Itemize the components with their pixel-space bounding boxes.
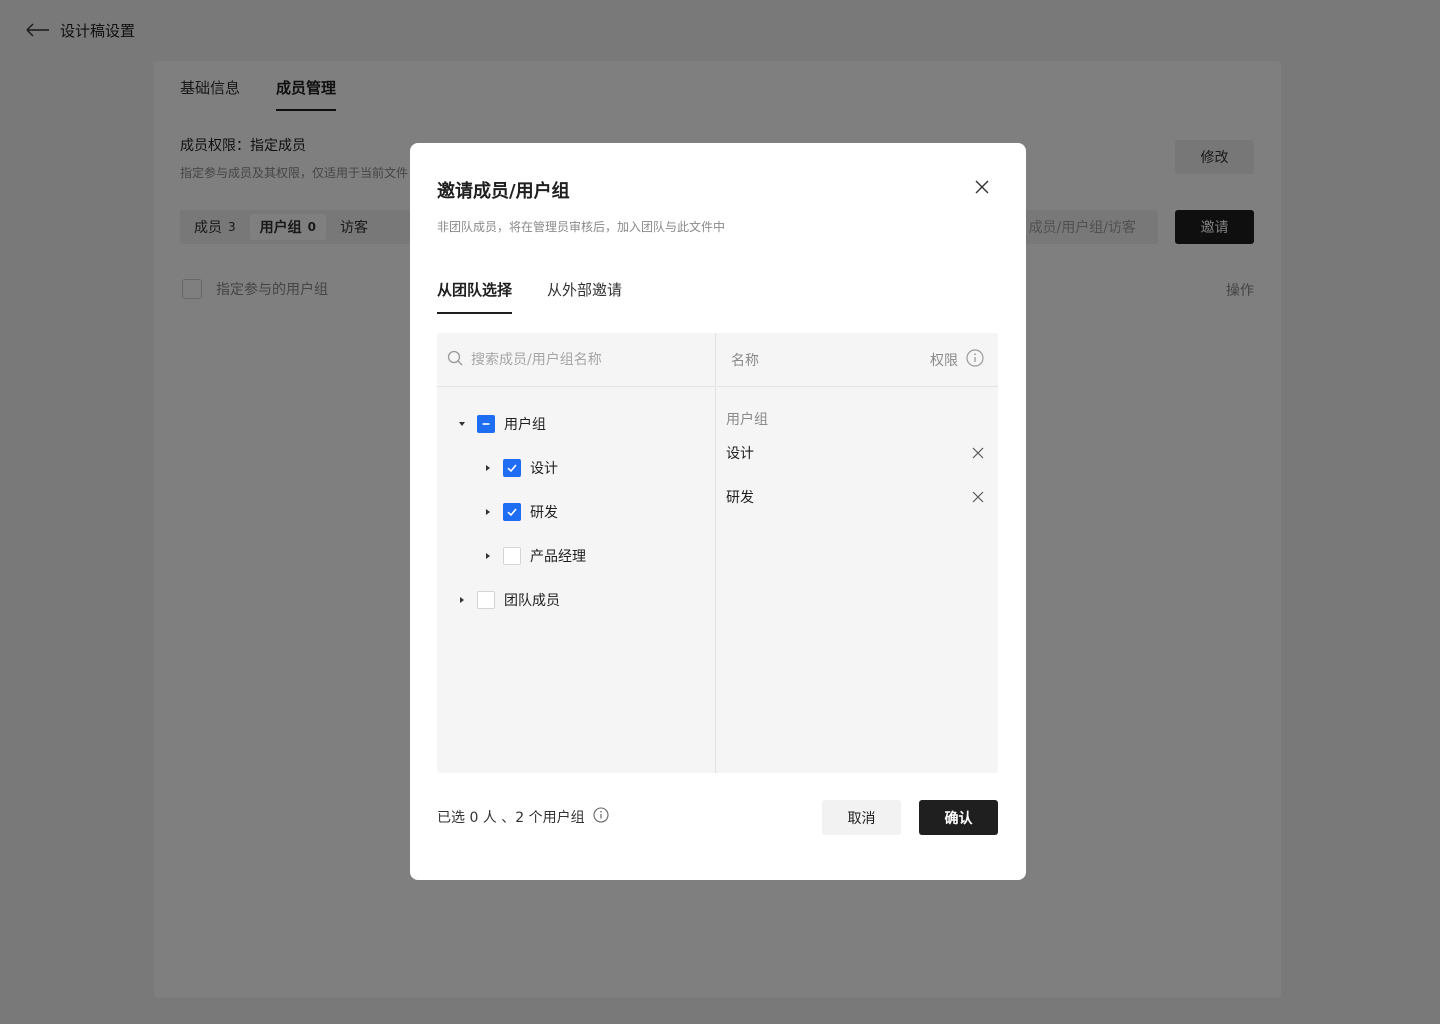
search-icon — [447, 350, 463, 370]
checked-checkbox[interactable] — [503, 503, 521, 521]
selected-item-name: 设计 — [726, 446, 754, 462]
caret-right-icon[interactable] — [483, 551, 493, 561]
info-icon[interactable] — [966, 348, 984, 371]
checked-checkbox[interactable] — [503, 459, 521, 477]
caret-right-icon[interactable] — [457, 595, 467, 605]
tab-external-invite[interactable]: 从外部邀请 — [547, 279, 622, 314]
selected-panel: 名称 权限 用户组 设计 研发 — [717, 333, 998, 773]
selected-item-name: 研发 — [726, 490, 754, 506]
selection-summary: 已选 0 人 、2 个用户组 — [437, 807, 609, 827]
remove-icon[interactable] — [970, 489, 986, 505]
unchecked-checkbox[interactable] — [477, 591, 495, 609]
tree-item-design[interactable]: 设计 — [437, 446, 715, 490]
tree-item-team-members[interactable]: 团队成员 — [437, 578, 715, 622]
selected-item: 研发 — [717, 475, 998, 519]
tree-panel: 用户组 设计 — [437, 333, 716, 773]
tab-team-select[interactable]: 从团队选择 — [437, 279, 513, 314]
selected-item: 设计 — [717, 431, 998, 475]
unchecked-checkbox[interactable] — [503, 547, 521, 565]
tree-item-label: 设计 — [530, 461, 558, 477]
selected-header: 名称 权限 — [717, 333, 998, 387]
caret-right-icon[interactable] — [483, 463, 493, 473]
remove-icon[interactable] — [970, 445, 986, 461]
tree-item-label: 研发 — [530, 505, 558, 521]
caret-right-icon[interactable] — [483, 507, 493, 517]
tree-item-user-groups[interactable]: 用户组 — [437, 402, 715, 446]
modal-tabs: 从团队选择 从外部邀请 — [437, 279, 622, 314]
selection-summary-text: 已选 0 人 、2 个用户组 — [437, 810, 585, 826]
tree-item-label: 用户组 — [504, 417, 546, 433]
tree-item-pm[interactable]: 产品经理 — [437, 534, 715, 578]
tree-search — [437, 333, 715, 387]
member-tree: 用户组 设计 研发 产品经理 团队成员 — [437, 387, 715, 622]
caret-down-icon[interactable] — [457, 419, 467, 429]
selection-panel: 用户组 设计 — [437, 333, 998, 773]
info-icon[interactable] — [593, 807, 609, 827]
tree-item-rd[interactable]: 研发 — [437, 490, 715, 534]
column-name-header: 名称 — [731, 352, 759, 369]
column-permission-header: 权限 — [930, 348, 984, 371]
selected-section-label: 用户组 — [726, 412, 768, 428]
invite-modal: 邀请成员/用户组 非团队成员，将在管理员审核后，加入团队与此文件中 从团队选择 … — [410, 143, 1026, 880]
modal-subtitle: 非团队成员，将在管理员审核后，加入团队与此文件中 — [437, 220, 726, 234]
cancel-button[interactable]: 取消 — [822, 800, 901, 835]
partial-checkbox[interactable] — [477, 415, 495, 433]
search-input[interactable] — [471, 351, 691, 368]
tree-item-label: 产品经理 — [530, 549, 586, 565]
close-icon[interactable] — [972, 177, 992, 197]
tree-item-label: 团队成员 — [504, 593, 560, 609]
modal-title: 邀请成员/用户组 — [437, 181, 570, 202]
confirm-button[interactable]: 确认 — [919, 800, 998, 835]
permission-label: 权限 — [930, 352, 958, 369]
